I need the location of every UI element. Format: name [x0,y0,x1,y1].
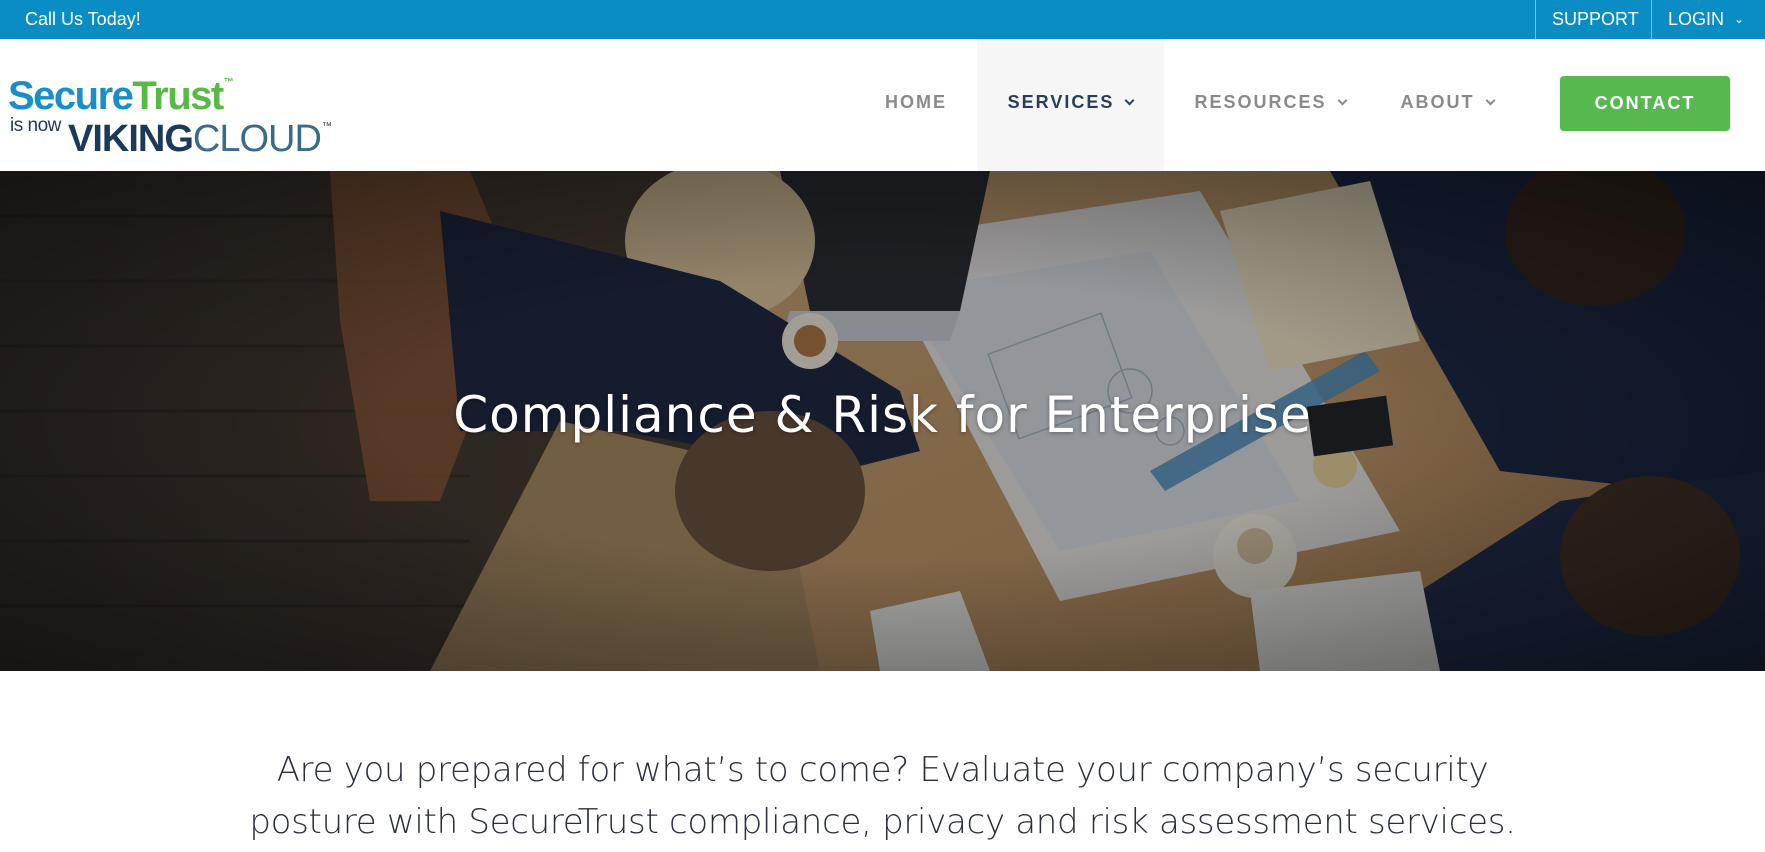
login-dropdown[interactable]: LOGIN ⌄ [1651,0,1765,39]
nav-resources[interactable]: RESOURCES [1177,39,1363,171]
chevron-down-icon [1485,95,1495,106]
logo-cloud-text: CLOUD [192,118,322,160]
logo-is-now: is now [10,115,61,136]
nav-about-label: ABOUT [1400,92,1475,112]
contact-button-label: CONTACT [1594,93,1696,113]
chevron-down-icon [1337,95,1347,106]
nav-resources-label: RESOURCES [1194,92,1327,112]
support-label: SUPPORT [1552,9,1639,29]
hero-title: Compliance & Risk for Enterprise [453,386,1312,444]
site-logo[interactable]: SecureTrust™ is now VIKINGCLOUD™ [8,63,332,163]
call-us-text[interactable]: Call Us Today! [25,0,141,39]
chevron-down-icon: ⌄ [1734,12,1745,26]
logo-tm-2: ™ [321,121,332,132]
hero-banner: Compliance & Risk for Enterprise [0,171,1765,671]
top-utility-bar: Call Us Today! SUPPORT LOGIN ⌄ [0,0,1765,39]
chevron-down-icon [1124,95,1135,106]
login-label: LOGIN [1668,9,1725,29]
logo-vikingcloud: VIKINGCLOUD™ [68,106,332,160]
nav-about[interactable]: ABOUT [1385,39,1509,171]
support-link[interactable]: SUPPORT [1535,0,1651,39]
logo-tm: ™ [223,77,234,88]
nav-services[interactable]: SERVICES [977,39,1164,171]
intro-paragraph: Are you prepared for what’s to come? Eva… [249,750,1516,842]
nav-home[interactable]: HOME [860,39,972,171]
nav-services-label: SERVICES [1007,92,1115,112]
logo-viking-text: VIKING [68,118,194,160]
nav-home-label: HOME [885,92,947,112]
site-header: SecureTrust™ is now VIKINGCLOUD™ HOME SE… [0,39,1765,171]
contact-button[interactable]: CONTACT [1560,76,1730,131]
